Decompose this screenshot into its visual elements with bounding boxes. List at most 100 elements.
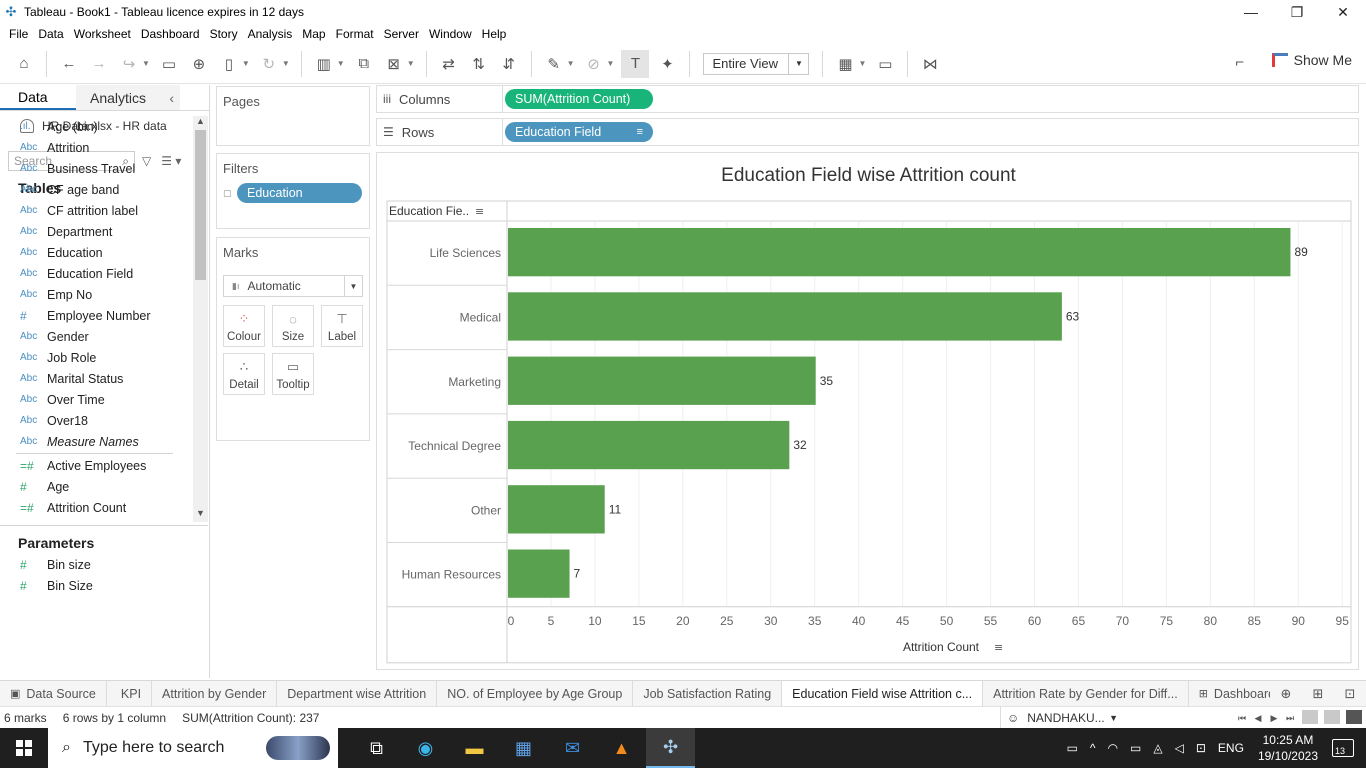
menu-map[interactable]: Map xyxy=(297,27,330,41)
field-measure-names[interactable]: Abc Measure Names xyxy=(0,431,193,452)
chevron-down-icon[interactable]: ▼ xyxy=(282,59,290,68)
field-gender[interactable]: Abc Gender xyxy=(0,326,193,347)
volume-icon[interactable]: ◁ xyxy=(1175,741,1184,755)
tab-employee-by-age-group[interactable]: NO. of Employee by Age Group xyxy=(437,681,634,706)
menu-worksheet[interactable]: Worksheet xyxy=(69,27,136,41)
columns-pill[interactable]: SUM(Attrition Count) xyxy=(505,89,653,109)
menu-dashboard[interactable]: Dashboard xyxy=(136,27,205,41)
fit-view-dropdown[interactable]: Entire View ▼ xyxy=(703,52,810,75)
scrollbar-thumb[interactable] xyxy=(195,130,206,280)
mark-type-dropdown[interactable]: ▮ı Automatic ▼ xyxy=(223,275,363,297)
field-job-role[interactable]: Abc Job Role xyxy=(0,347,193,368)
edge-icon[interactable]: ◉ xyxy=(401,728,450,768)
tab-attrition-rate-by-gender[interactable]: Attrition Rate by Gender for Diff... xyxy=(983,681,1189,706)
presentation-mode-icon[interactable]: ▭ xyxy=(873,50,897,78)
tab-education-field-attrition[interactable]: Education Field wise Attrition c... xyxy=(782,681,984,706)
field-employee-number[interactable]: # Employee Number xyxy=(0,305,193,326)
duplicate-sheet-icon[interactable]: ⧉ xyxy=(352,50,376,78)
network-icon[interactable]: ◠ xyxy=(1108,741,1118,755)
tab-attrition-by-gender[interactable]: Attrition by Gender xyxy=(152,681,278,706)
field-emp-no[interactable]: Abc Emp No xyxy=(0,284,193,305)
chevron-down-icon[interactable]: ▼ xyxy=(242,59,250,68)
scroll-up-icon[interactable]: ▲ xyxy=(193,116,208,130)
menu-window[interactable]: Window xyxy=(424,27,477,41)
detail-button[interactable]: ∴ Detail xyxy=(223,353,265,395)
field-active-employees[interactable]: =# Active Employees xyxy=(0,455,193,476)
show-cards-icon[interactable]: ▦ xyxy=(833,50,857,78)
refresh-icon[interactable]: ↻ xyxy=(257,50,281,78)
tab-data-source[interactable]: ▣ Data Source xyxy=(0,681,107,706)
new-dashboard-icon[interactable]: ⊞ xyxy=(1302,686,1334,702)
field-attrition-count[interactable]: =# Attrition Count xyxy=(0,497,193,518)
pin-icon[interactable]: ✦ xyxy=(655,50,679,78)
field-education-field[interactable]: Abc Education Field xyxy=(0,263,193,284)
tab-job-satisfaction-rating[interactable]: Job Satisfaction Rating xyxy=(633,681,783,706)
tabs-view-icon[interactable] xyxy=(1346,710,1362,724)
filters-card[interactable]: Filters ▢ Education xyxy=(216,153,370,229)
tray-expand-icon[interactable]: ^ xyxy=(1090,741,1096,755)
field-attrition[interactable]: Abc Attrition xyxy=(0,137,193,158)
field-cf-attrition-label[interactable]: Abc CF attrition label xyxy=(0,200,193,221)
notification-center-icon[interactable]: 13 xyxy=(1332,739,1354,757)
store-icon[interactable]: ▦ xyxy=(499,728,548,768)
chevron-down-icon[interactable]: ▼ xyxy=(858,59,866,68)
replay-icon[interactable]: ↪ xyxy=(117,50,141,78)
chevron-down-icon[interactable]: ▼ xyxy=(607,59,615,68)
columns-shelf[interactable]: iii Columns SUM(Attrition Count) xyxy=(376,85,1359,113)
minimize-button[interactable]: — xyxy=(1228,0,1274,24)
menu-data[interactable]: Data xyxy=(33,27,68,41)
field-over-time[interactable]: Abc Over Time xyxy=(0,389,193,410)
sort-ascending-icon[interactable]: ⇅ xyxy=(467,50,491,78)
chevron-down-icon[interactable]: ▼ xyxy=(407,59,415,68)
chevron-down-icon[interactable]: ▼ xyxy=(567,59,575,68)
restore-button[interactable]: ❐ xyxy=(1274,0,1320,24)
tab-data[interactable]: Data xyxy=(0,85,76,110)
chevron-down-icon[interactable]: ▼ xyxy=(142,59,150,68)
first-sheet-icon[interactable]: ⏮ xyxy=(1234,713,1250,724)
swap-axes-icon[interactable]: ⇄ xyxy=(437,50,461,78)
field-department[interactable]: Abc Department xyxy=(0,221,193,242)
tab-analytics[interactable]: Analytics ‹ xyxy=(76,85,180,110)
filmstrip-icon[interactable] xyxy=(1324,710,1340,724)
task-view-icon[interactable]: ⧉ xyxy=(352,728,401,768)
menu-format[interactable]: Format xyxy=(331,27,379,41)
collapse-pane-icon[interactable]: ‹ xyxy=(169,90,174,106)
file-explorer-icon[interactable]: ▬ xyxy=(450,728,499,768)
taskbar-search-input[interactable]: ⌕ Type here to search xyxy=(48,728,338,768)
param-bin-size[interactable]: # Bin size xyxy=(0,554,208,575)
mail-icon[interactable]: ✉ xyxy=(548,728,597,768)
language-indicator[interactable]: ENG xyxy=(1218,741,1244,755)
menu-help[interactable]: Help xyxy=(477,27,512,41)
group-icon[interactable]: ⊘ xyxy=(582,50,606,78)
home-icon[interactable]: ⌂ xyxy=(12,50,36,78)
sort-descending-icon[interactable]: ⇵ xyxy=(497,50,521,78)
param-bin-size-2[interactable]: # Bin Size xyxy=(0,575,208,596)
field-list-scrollbar[interactable]: ▲ ▼ xyxy=(193,116,208,522)
field-business-travel[interactable]: Abc Business Travel xyxy=(0,158,193,179)
new-worksheet-icon[interactable]: ⊕ xyxy=(1270,686,1302,702)
vlc-icon[interactable]: ▲ xyxy=(597,728,646,768)
show-labels-icon[interactable]: T xyxy=(621,49,650,78)
user-menu[interactable]: ☺ NANDHAKU... ▼ xyxy=(1000,707,1124,729)
menu-story[interactable]: Story xyxy=(205,27,243,41)
format-brush-icon[interactable]: ⌐ xyxy=(1235,54,1244,71)
new-datasource-icon[interactable]: ⊕ xyxy=(187,50,211,78)
tableau-taskbar-icon[interactable]: ✣ xyxy=(646,728,695,768)
clock[interactable]: 10:25 AM 19/10/2023 xyxy=(1258,732,1318,764)
taskbar-widget-icon[interactable]: ▭ xyxy=(1067,741,1078,755)
field-education[interactable]: Abc Education xyxy=(0,242,193,263)
show-me-button[interactable]: Show Me xyxy=(1271,52,1352,68)
redo-icon[interactable]: → xyxy=(87,50,111,78)
field-over18[interactable]: Abc Over18 xyxy=(0,410,193,431)
sheet-sorter-icon[interactable] xyxy=(1302,710,1318,724)
colour-button[interactable]: ⁘ Colour xyxy=(223,305,265,347)
menu-server[interactable]: Server xyxy=(379,27,424,41)
battery-icon[interactable]: ▭ xyxy=(1130,741,1141,755)
field-age-bin[interactable]: .ıl. Age (bin) xyxy=(0,116,193,137)
size-button[interactable]: ◌ Size xyxy=(272,305,314,347)
meet-now-icon[interactable]: ⊡ xyxy=(1196,741,1206,755)
next-sheet-icon[interactable]: ▶ xyxy=(1266,713,1282,724)
tooltip-button[interactable]: ▭ Tooltip xyxy=(272,353,314,395)
field-age[interactable]: # Age xyxy=(0,476,193,497)
rows-shelf[interactable]: ☰ Rows Education Field ≡ xyxy=(376,118,1359,146)
